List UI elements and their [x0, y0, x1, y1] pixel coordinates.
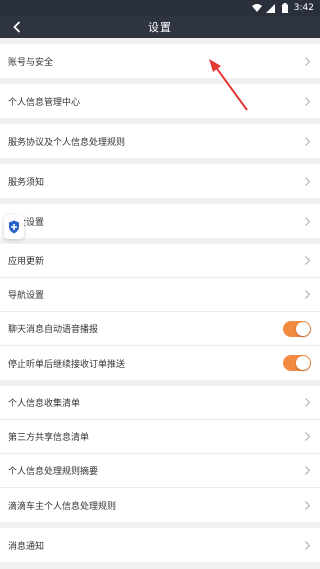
chevron-right-icon — [303, 398, 311, 408]
continue-push-toggle[interactable] — [283, 355, 311, 371]
row-label: 个人信息处理规则摘要 — [8, 467, 99, 477]
chevron-right-icon — [303, 136, 311, 146]
group-security: 安全设置 — [0, 204, 320, 238]
chevron-right-icon — [303, 216, 311, 226]
toggle-knob — [296, 356, 310, 370]
chevron-right-icon — [303, 96, 311, 106]
chevron-right-icon — [303, 56, 311, 66]
chevron-right-icon — [303, 500, 311, 510]
shield-icon — [9, 220, 19, 234]
setting-app-update[interactable]: 应用更新 — [0, 244, 320, 278]
status-bar: 3:42 — [0, 0, 320, 16]
group-message: 消息通知 — [0, 528, 320, 562]
group-account: 账号与安全 — [0, 44, 320, 78]
row-label: 第三方共享信息清单 — [8, 433, 90, 443]
setting-navigation[interactable]: 导航设置 — [0, 278, 320, 312]
chevron-right-icon — [303, 466, 311, 476]
voice-broadcast-toggle[interactable] — [283, 320, 311, 337]
toggle-knob — [296, 321, 310, 336]
row-label: 应用更新 — [8, 257, 45, 267]
group-privacy: 个人信息收集清单 第三方共享信息清单 个人信息处理规则摘要 滴滴车主个人信息处理… — [0, 386, 320, 522]
setting-continue-push: 停止听单后继续接收订单推送 — [0, 346, 320, 380]
signal-icon — [266, 3, 276, 13]
chevron-right-icon — [303, 176, 311, 186]
wifi-icon — [251, 3, 262, 13]
battery-icon — [280, 3, 290, 13]
setting-service-agreement[interactable]: 服务协议及个人信息处理规则 — [0, 124, 320, 158]
status-time: 3:42 — [293, 3, 314, 13]
row-label: 停止听单后继续接收订单推送 — [8, 359, 126, 370]
chevron-right-icon — [303, 290, 311, 300]
group-service-notice: 服务须知 — [0, 164, 320, 198]
back-button[interactable] — [6, 16, 28, 38]
row-label: 导航设置 — [8, 291, 45, 301]
group-app: 应用更新 导航设置 聊天消息自动语音播报 停止听单后继续接收订单推送 — [0, 244, 320, 380]
row-label: 服务须知 — [8, 177, 45, 188]
chevron-right-icon — [303, 256, 311, 266]
chevron-right-icon — [303, 540, 311, 550]
setting-rules-summary[interactable]: 个人信息处理规则摘要 — [0, 454, 320, 488]
setting-third-party-list[interactable]: 第三方共享信息清单 — [0, 420, 320, 454]
setting-personal-info-center[interactable]: 个人信息管理中心 — [0, 84, 320, 118]
setting-account-security[interactable]: 账号与安全 — [0, 44, 320, 78]
row-label: 账号与安全 — [8, 57, 54, 68]
floating-shield-button[interactable] — [4, 215, 24, 239]
row-label: 个人信息管理中心 — [8, 97, 81, 108]
setting-voice-broadcast: 聊天消息自动语音播报 — [0, 312, 320, 346]
row-label: 消息通知 — [8, 541, 45, 552]
setting-message-notify[interactable]: 消息通知 — [0, 528, 320, 562]
group-personal-info: 个人信息管理中心 — [0, 84, 320, 118]
setting-security[interactable]: 安全设置 — [0, 204, 320, 238]
setting-service-notice[interactable]: 服务须知 — [0, 164, 320, 198]
row-label: 个人信息收集清单 — [8, 399, 81, 409]
nav-bar: 设置 — [0, 16, 320, 38]
row-label: 滴滴车主个人信息处理规则 — [8, 501, 117, 512]
page-title: 设置 — [148, 21, 172, 34]
setting-info-collection-list[interactable]: 个人信息收集清单 — [0, 386, 320, 420]
settings-list: 账号与安全 个人信息管理中心 服务协议及个人信息处理规则 服务须知 安全设置 应… — [0, 44, 320, 562]
setting-driver-rules[interactable]: 滴滴车主个人信息处理规则 — [0, 488, 320, 522]
chevron-right-icon — [303, 432, 311, 442]
row-label: 聊天消息自动语音播报 — [8, 325, 99, 335]
row-label: 服务协议及个人信息处理规则 — [8, 137, 126, 148]
chevron-left-icon — [13, 21, 21, 33]
group-agreement: 服务协议及个人信息处理规则 — [0, 124, 320, 158]
